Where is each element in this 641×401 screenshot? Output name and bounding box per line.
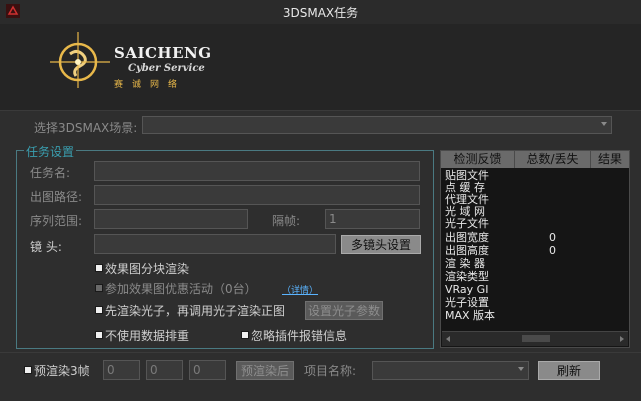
column-header[interactable]: 检测反馈 bbox=[441, 151, 515, 168]
task-settings-title: 任务设置 bbox=[24, 143, 77, 160]
horizontal-scrollbar[interactable] bbox=[442, 331, 628, 346]
prerender-frame-1-input[interactable]: 0 bbox=[103, 360, 140, 380]
project-name-dropdown[interactable] bbox=[372, 361, 529, 380]
list-item-value: 0 bbox=[549, 231, 556, 244]
prerender-frame-3-input[interactable]: 0 bbox=[189, 360, 226, 380]
prerender-checkbox[interactable] bbox=[24, 366, 32, 374]
camera-label: 镜 头: bbox=[30, 240, 62, 254]
refresh-button[interactable]: 刷新 bbox=[538, 361, 600, 380]
list-item: 渲染类型 bbox=[445, 270, 489, 283]
brand-name: SAICHENG bbox=[114, 44, 212, 62]
chevron-down-icon bbox=[518, 367, 524, 371]
photon-params-button[interactable]: 设置光子参数 bbox=[305, 301, 383, 320]
split-render-checkbox[interactable] bbox=[95, 264, 103, 272]
list-item: 光子设置 bbox=[445, 296, 489, 309]
ignore-plugin-label: 忽略插件报错信息 bbox=[251, 329, 348, 343]
list-item: 渲 染 器 bbox=[445, 257, 485, 270]
column-header[interactable]: 总数/丢失 bbox=[515, 151, 591, 168]
detail-link[interactable]: （详情） bbox=[282, 283, 318, 296]
list-item: 光子文件 bbox=[445, 217, 489, 230]
scene-dropdown[interactable] bbox=[142, 116, 612, 134]
list-item: 出图宽度 bbox=[445, 231, 489, 244]
list-item-value: 0 bbox=[549, 244, 556, 257]
camera-input[interactable] bbox=[94, 234, 336, 254]
sequence-range-label: 序列范围: bbox=[30, 214, 83, 228]
scene-label: 选择3DSMAX场景: bbox=[34, 121, 138, 135]
after-prerender-button[interactable]: 预渲染后 bbox=[236, 361, 294, 380]
output-path-label: 出图路径: bbox=[30, 190, 83, 204]
column-header[interactable]: 结果 bbox=[591, 151, 629, 168]
list-item: 出图高度 bbox=[445, 244, 489, 257]
join-promo-label: 参加效果图优惠活动（0台） bbox=[105, 282, 257, 296]
prerender-frame-2-input[interactable]: 0 bbox=[146, 360, 183, 380]
multi-camera-button[interactable]: 多镜头设置 bbox=[341, 235, 421, 254]
chevron-down-icon bbox=[601, 122, 607, 126]
divider bbox=[0, 352, 641, 353]
list-item: MAX 版本 bbox=[445, 309, 496, 322]
brand-chinese: 赛诚网络 bbox=[114, 80, 187, 90]
no-queue-label: 不使用数据排重 bbox=[105, 329, 190, 343]
output-path-input[interactable] bbox=[94, 185, 420, 205]
brand-subtitle: Cyber Service bbox=[128, 63, 205, 74]
project-name-label: 项目名称: bbox=[304, 364, 357, 378]
sequence-range-input[interactable] bbox=[94, 209, 248, 229]
interval-label: 隔帧: bbox=[272, 214, 301, 228]
photon-first-checkbox[interactable] bbox=[95, 306, 103, 314]
scrollbar-thumb[interactable] bbox=[522, 335, 550, 342]
saicheng-logo-icon bbox=[50, 32, 110, 88]
task-name-label: 任务名: bbox=[30, 166, 71, 180]
list-item: VRay GI bbox=[445, 283, 489, 296]
photon-first-label: 先渲染光子，再调用光子渲染正图 bbox=[105, 304, 286, 318]
window-title: 3DSMAX任务 bbox=[282, 6, 359, 20]
chevron-right-icon[interactable] bbox=[618, 335, 626, 343]
title-bar: 3DSMAX任务 bbox=[0, 0, 641, 24]
join-promo-checkbox[interactable] bbox=[95, 284, 103, 292]
chevron-left-icon[interactable] bbox=[444, 335, 452, 343]
detection-panel: 检测反馈 总数/丢失 结果 贴图文件 点 缓 存 代理文件 光 域 网 光子文件… bbox=[440, 150, 630, 348]
task-name-input[interactable] bbox=[94, 161, 420, 181]
prerender-label: 预渲染3帧 bbox=[34, 364, 90, 378]
ignore-plugin-checkbox[interactable] bbox=[241, 331, 249, 339]
interval-input[interactable]: 1 bbox=[325, 209, 420, 229]
split-render-label: 效果图分块渲染 bbox=[105, 262, 190, 276]
no-queue-checkbox[interactable] bbox=[95, 331, 103, 339]
